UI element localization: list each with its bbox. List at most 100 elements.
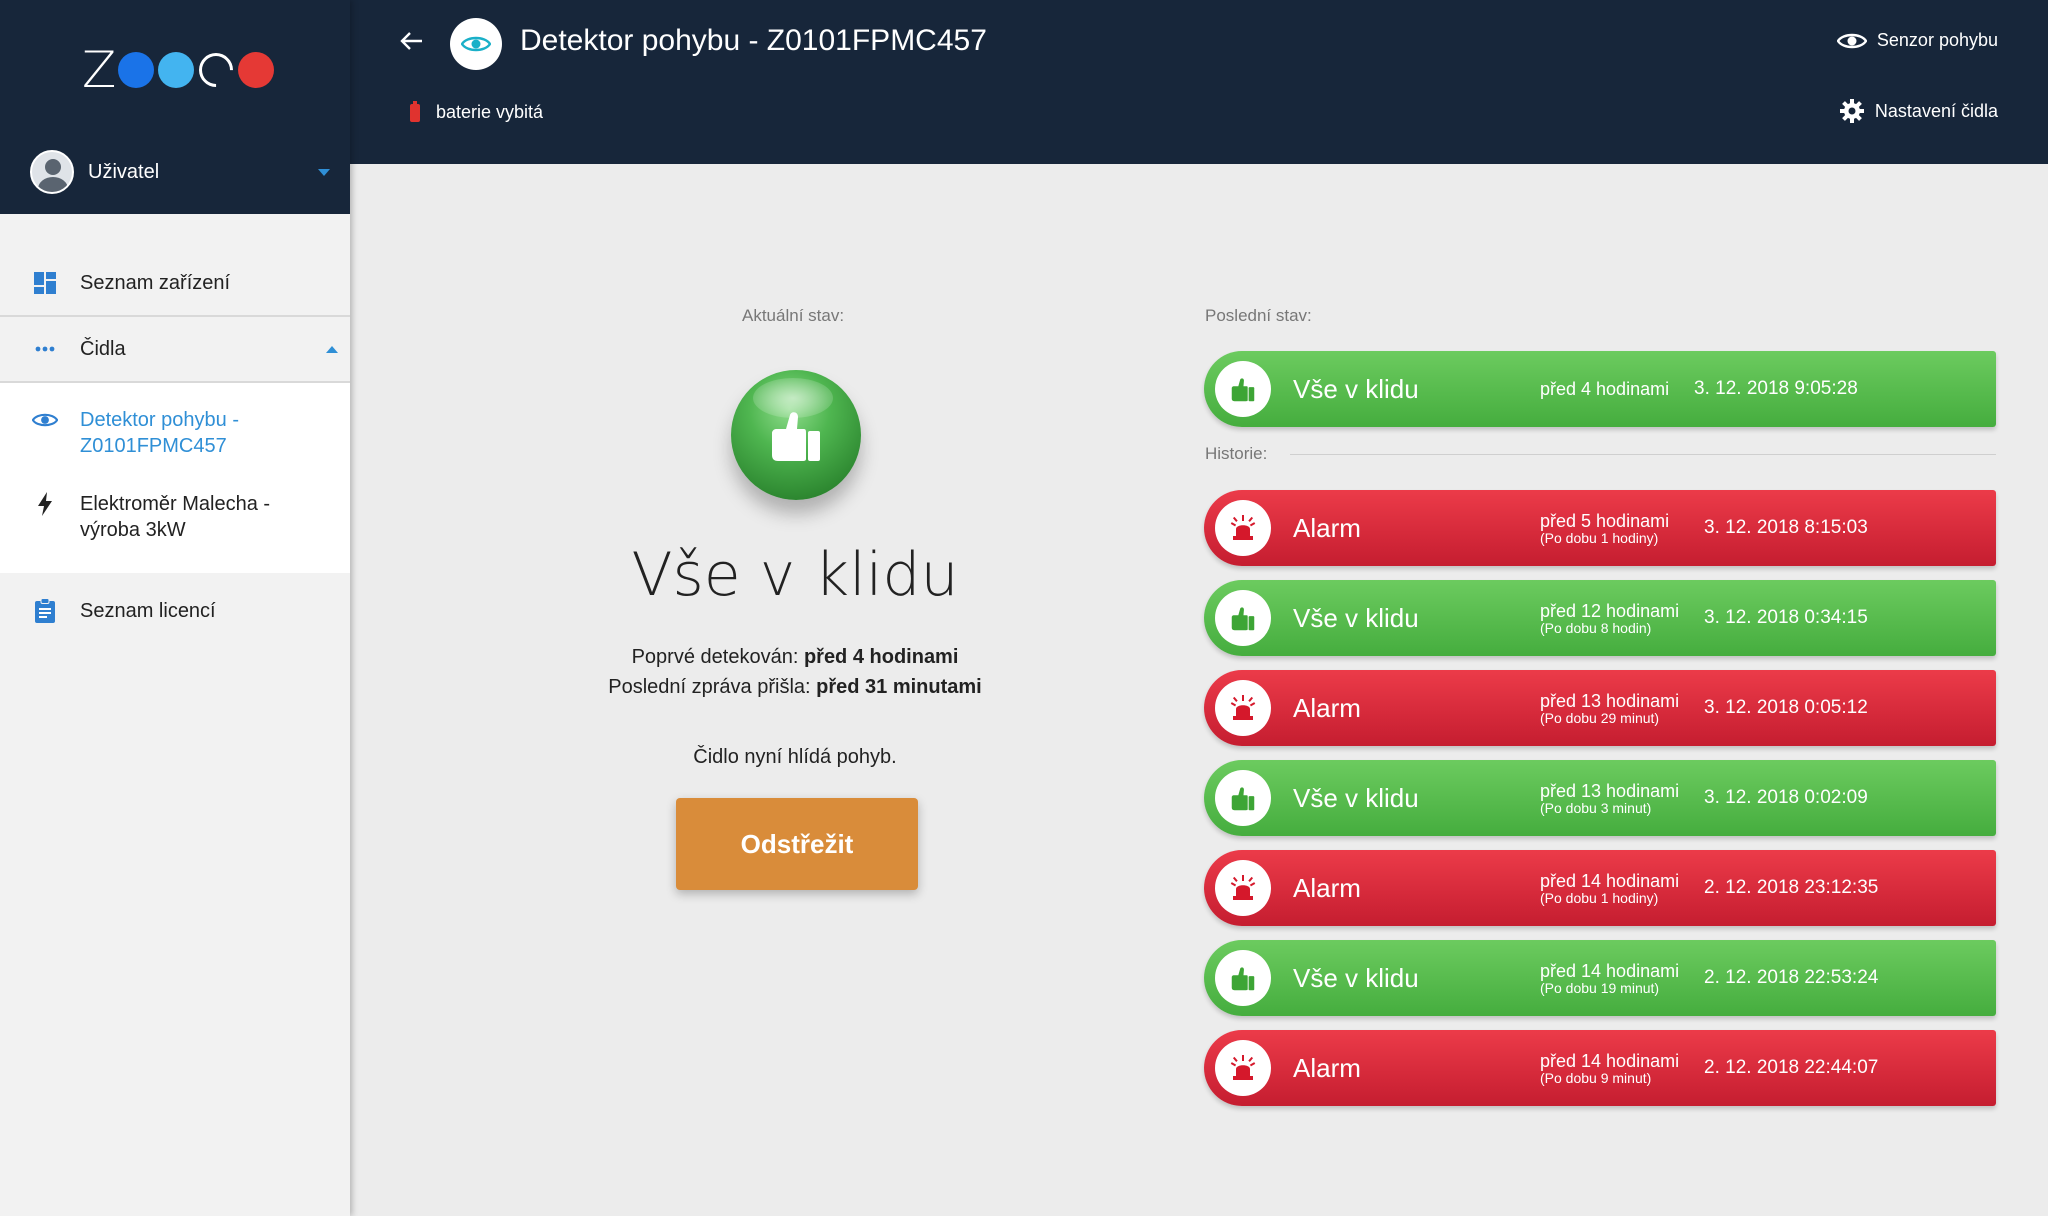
sidebar-item-sensors[interactable]: Čidla: [0, 317, 350, 381]
siren-icon: [1215, 1040, 1271, 1096]
user-name: Uživatel: [88, 160, 160, 183]
logo-light-blue-dot: [158, 52, 195, 88]
logo-ring: [192, 45, 241, 95]
user-menu[interactable]: Uživatel: [30, 150, 340, 194]
row-status-label: Vše v klidu: [1293, 373, 1419, 404]
row-date: 2. 12. 2018 22:53:24: [1704, 967, 1879, 988]
thumbs-up-icon: [1215, 590, 1271, 646]
chevron-up-icon[interactable]: [326, 345, 338, 353]
row-status-label: Vše v klidu: [1293, 782, 1419, 813]
thumbs-up-icon: [772, 412, 820, 461]
history-row-ok[interactable]: Vše v klidu před 14 hodinami (Po dobu 19 m…: [1204, 940, 1996, 1016]
clipboard-icon: [32, 598, 58, 624]
row-status-label: Alarm: [1293, 1052, 1361, 1083]
first-detected: Poprvé detekován: před 4 hodinami: [631, 646, 959, 668]
current-status-text: Vše v klidu: [631, 540, 959, 610]
history-row-alarm[interactable]: Alarm před 14 hodinami (Po dobu 1 hodiny) 2…: [1204, 850, 1996, 926]
last-state-label: Poslední stav:: [1205, 306, 1312, 325]
history-row-alarm[interactable]: Alarm před 14 hodinami (Po dobu 9 minut) 2.…: [1204, 1030, 1996, 1106]
history-row-ok[interactable]: Vše v klidu před 13 hodinami (Po dobu 3 mi…: [1204, 760, 1996, 836]
sidebar-header: Z Uživatel: [0, 0, 350, 214]
sidebar-item-licenses[interactable]: Seznam licencí: [0, 579, 350, 643]
eye-icon: [450, 18, 502, 70]
logo-blue-dot: [118, 52, 155, 88]
history-row-ok[interactable]: Vše v klidu před 12 hodinami (Po dobu 8 ho…: [1204, 580, 1996, 656]
back-arrow-icon[interactable]: [400, 28, 424, 60]
row-status-label: Vše v klidu: [1293, 962, 1419, 993]
sidebar-item-label: Seznam zařízení: [80, 271, 231, 294]
row-duration: (Po dobu 1 hodiny): [1540, 529, 1659, 546]
sensor-settings-label: Nastavení čidla: [1874, 100, 1998, 121]
status-ok-ball: [731, 370, 861, 500]
row-duration: (Po dobu 29 minut): [1540, 709, 1660, 726]
history-row-alarm[interactable]: Alarm před 5 hodinami (Po dobu 1 hodiny) 3.…: [1204, 490, 1996, 566]
page-header: Detektor pohybu - Z0101FPMC457 baterie v…: [350, 0, 2048, 164]
row-status-label: Alarm: [1293, 512, 1361, 543]
history-label: Historie:: [1205, 444, 1268, 463]
history-row-ok[interactable]: Vše v klidu před 4 hodinami 3. 12. 2018 9:…: [1204, 351, 1996, 427]
row-duration: (Po dobu 3 minut): [1540, 799, 1652, 816]
sensor-settings-link[interactable]: Nastavení čidla: [1839, 98, 1998, 124]
row-date: 3. 12. 2018 0:05:12: [1704, 697, 1868, 718]
row-date: 2. 12. 2018 23:12:35: [1704, 877, 1879, 898]
siren-icon: [1215, 860, 1271, 916]
row-duration: (Po dobu 1 hodiny): [1540, 889, 1659, 906]
row-time-ago: před 14 hodinami (Po dobu 1 hodiny): [1540, 870, 1680, 906]
sidebar-item-electricity-meter[interactable]: Elektroměr Malecha - výroba 3kW: [0, 477, 350, 561]
row-status-label: Alarm: [1293, 692, 1361, 723]
battery-status: baterie vybitá: [410, 100, 544, 123]
row-time-ago: před 13 hodinami (Po dobu 3 minut): [1540, 780, 1680, 816]
sensor-submenu: Detektor pohybu - Z0101FPMC457 Elektromě…: [0, 383, 350, 573]
row-date: 3. 12. 2018 0:34:15: [1704, 607, 1868, 628]
row-date: 3. 12. 2018 8:15:03: [1704, 517, 1868, 538]
gear-icon: [1839, 98, 1865, 124]
row-time-ago: před 4 hodinami: [1540, 379, 1670, 399]
sidebar-nav: Seznam zařízení Čidla Detektor pohybu - …: [0, 214, 350, 643]
chevron-down-icon[interactable]: [318, 168, 330, 176]
last-message: Poslední zpráva přišla: před 31 minutami: [608, 676, 982, 698]
avatar: [30, 150, 74, 194]
watch-status-text: Čidlo nyní hlídá pohyb.: [693, 746, 897, 768]
row-time-ago: před 13 hodinami (Po dobu 29 minut): [1540, 690, 1680, 726]
row-time-ago: před 14 hodinami (Po dobu 9 minut): [1540, 1050, 1680, 1086]
thumbs-up-icon: [1215, 770, 1271, 826]
logo-red-dot: [238, 52, 275, 88]
history-row-alarm[interactable]: Alarm před 13 hodinami (Po dobu 29 minut) 3…: [1204, 670, 1996, 746]
row-time-ago: před 14 hodinami (Po dobu 19 minut): [1540, 960, 1680, 996]
row-date: 3. 12. 2018 0:02:09: [1704, 787, 1868, 808]
lightning-icon: [32, 491, 58, 517]
current-state-label: Aktuální stav:: [742, 306, 845, 325]
sidebar-item-label: Detektor pohybu - Z0101FPMC457: [80, 409, 239, 457]
siren-icon: [1215, 500, 1271, 556]
row-status-label: Vše v klidu: [1293, 602, 1419, 633]
dashboard-icon: [32, 270, 58, 296]
row-duration: (Po dobu 8 hodin): [1540, 619, 1652, 636]
row-duration: (Po dobu 19 minut): [1540, 979, 1660, 996]
thumbs-up-icon: [1215, 361, 1271, 417]
logo-letter: Z: [82, 41, 117, 99]
disarm-button[interactable]: Odstřežit: [676, 798, 918, 890]
row-time-ago: před 5 hodinami (Po dobu 1 hodiny): [1540, 510, 1670, 546]
sensor-type-link[interactable]: Senzor pohybu: [1836, 30, 1998, 51]
page-title: Detektor pohybu - Z0101FPMC457: [520, 24, 987, 57]
more-horizontal-icon: [32, 336, 58, 362]
sidebar-item-label: Elektroměr Malecha - výroba 3kW: [80, 493, 271, 541]
siren-icon: [1215, 680, 1271, 736]
row-status-label: Alarm: [1293, 872, 1361, 903]
row-date: 2. 12. 2018 22:44:07: [1704, 1057, 1879, 1078]
battery-text: baterie vybitá: [436, 102, 544, 122]
sidebar-item-motion-detector[interactable]: Detektor pohybu - Z0101FPMC457: [0, 393, 350, 477]
thumbs-up-icon: [1215, 950, 1271, 1006]
sidebar-item-label: Čidla: [80, 337, 126, 360]
zooco-logo[interactable]: Z: [82, 40, 276, 100]
eye-icon: [1836, 31, 1867, 51]
sidebar: Z Uživatel Seznam zařízení Čidla Detekto…: [0, 0, 350, 1216]
sidebar-item-devices[interactable]: Seznam zařízení: [0, 251, 350, 315]
sidebar-item-label: Seznam licencí: [80, 599, 216, 622]
row-duration: (Po dobu 9 minut): [1540, 1069, 1652, 1086]
eye-icon: [32, 407, 58, 433]
sensor-type-label: Senzor pohybu: [1876, 30, 1998, 50]
row-date: 3. 12. 2018 9:05:28: [1694, 378, 1858, 399]
row-time-ago: před 12 hodinami (Po dobu 8 hodin): [1540, 600, 1680, 636]
battery-low-icon: [410, 100, 420, 122]
